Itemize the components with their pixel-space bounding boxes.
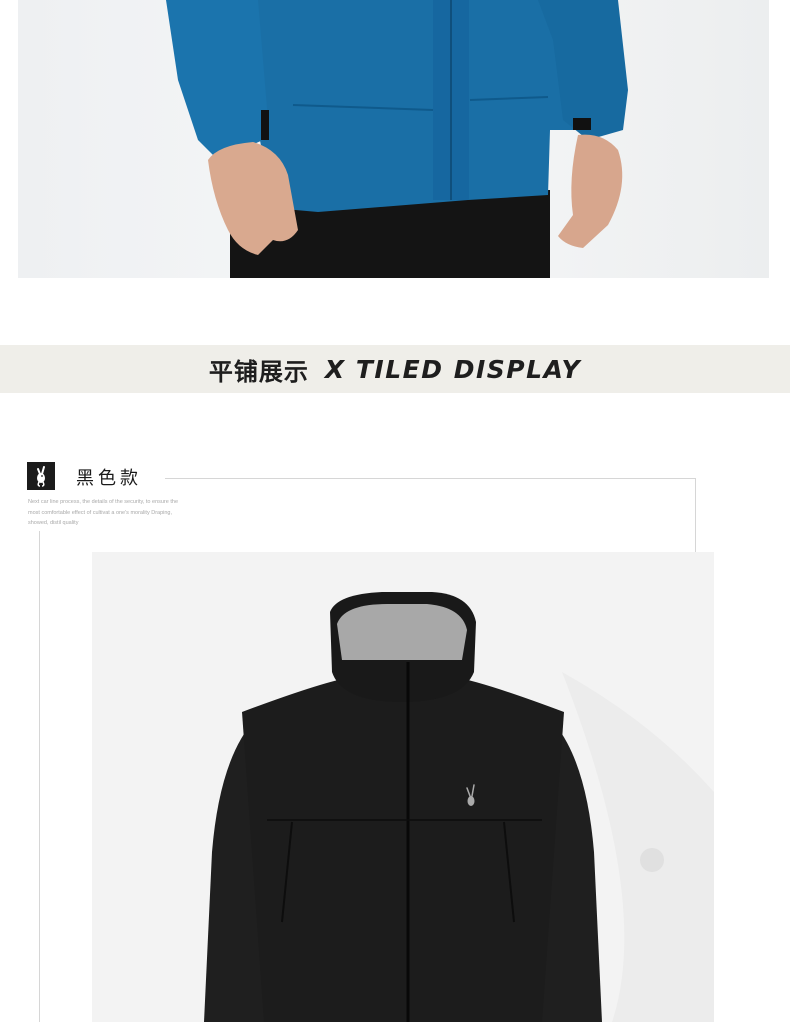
black-jacket-illustration bbox=[204, 592, 714, 1022]
divider-line bbox=[165, 478, 696, 479]
variant-label: 黑色款 bbox=[76, 468, 142, 489]
section-banner: 平铺展示 X TILED DISPLAY bbox=[0, 345, 790, 393]
product-description: Next car line process, the details of th… bbox=[28, 499, 179, 526]
hero-model-photo bbox=[18, 0, 769, 278]
divider-line-vertical bbox=[695, 478, 696, 552]
banner-title-cn: 平铺展示 bbox=[208, 357, 309, 386]
divider-line-vertical bbox=[39, 531, 40, 1022]
product-photo bbox=[92, 552, 714, 1022]
bunny-logo-icon bbox=[27, 462, 55, 490]
banner-title-en: X TILED DISPLAY bbox=[324, 354, 582, 384]
blue-jacket-illustration bbox=[166, 0, 628, 278]
